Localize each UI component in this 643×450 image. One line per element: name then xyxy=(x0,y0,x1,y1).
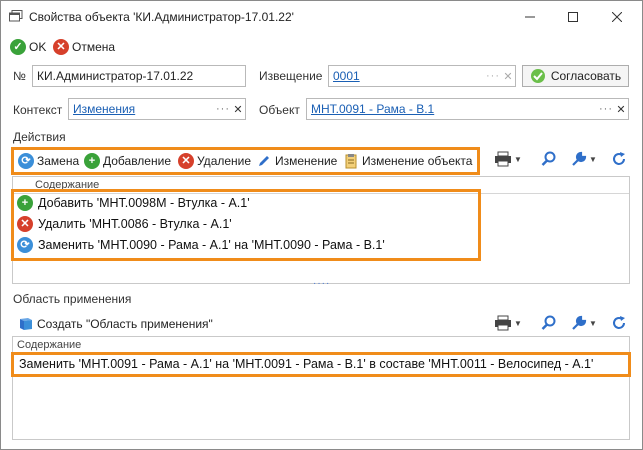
splitter-handle[interactable]: ···· xyxy=(313,278,330,289)
notice-browse-icon[interactable]: ··· xyxy=(485,70,501,82)
ok-label: OK xyxy=(29,40,47,54)
change-object-button[interactable]: Изменение объекта xyxy=(343,150,472,172)
list-item[interactable]: + Добавить 'МНТ.0098М - Втулка - А.1' xyxy=(17,193,250,213)
wrench-icon xyxy=(572,151,587,166)
number-label: № xyxy=(13,69,26,83)
window-title: Свойства объекта 'КИ.Администратор-17.01… xyxy=(29,10,294,24)
print-button[interactable]: ▼ xyxy=(494,151,522,167)
scope-column-header[interactable]: Содержание xyxy=(17,339,81,351)
object-label: Объект xyxy=(259,103,300,117)
context-field[interactable]: Изменения ··· ✕ xyxy=(68,98,246,120)
maximize-icon xyxy=(568,12,578,22)
delete-icon: ✕ xyxy=(178,153,194,169)
object-field[interactable]: МНТ.0091 - Рама - В.1 ··· ✕ xyxy=(306,98,629,120)
chevron-down-icon: ▼ xyxy=(514,318,522,328)
cancel-icon: ✕ xyxy=(53,39,69,55)
context-link[interactable]: Изменения xyxy=(69,102,215,116)
refresh-icon xyxy=(613,152,625,165)
book-icon xyxy=(18,316,34,332)
scope-search-button[interactable] xyxy=(541,315,557,331)
cancel-button[interactable]: ✕ Отмена xyxy=(53,36,115,58)
ok-button[interactable]: ✓ OK xyxy=(10,36,46,58)
replace-icon: ⟳ xyxy=(17,237,33,253)
object-link[interactable]: МНТ.0091 - Рама - В.1 xyxy=(307,102,598,116)
replace-label: Замена xyxy=(37,154,80,168)
context-clear-icon[interactable]: ✕ xyxy=(231,103,245,116)
notice-label: Извещение xyxy=(259,69,323,83)
search-button[interactable] xyxy=(541,151,557,167)
object-clear-icon[interactable]: ✕ xyxy=(614,103,628,116)
notice-field[interactable]: 0001 ··· ✕ xyxy=(328,65,516,87)
object-browse-icon[interactable]: ··· xyxy=(598,103,614,115)
scope-print-button[interactable]: ▼ xyxy=(494,315,522,331)
delete-icon: ✕ xyxy=(17,216,33,232)
scope-refresh-button[interactable] xyxy=(611,315,627,331)
row-text: Заменить 'МНТ.0090 - Рама - А.1' на 'МНТ… xyxy=(38,238,385,252)
create-scope-button[interactable]: Создать "Область применения" xyxy=(18,313,213,335)
close-icon xyxy=(612,12,622,22)
check-icon: ✓ xyxy=(10,39,26,55)
notice-clear-icon[interactable]: ✕ xyxy=(501,70,515,83)
approve-icon xyxy=(530,68,546,84)
row-text: Заменить 'МНТ.0091 - Рама - А.1' на 'МНТ… xyxy=(19,357,594,371)
list-item[interactable]: ✕ Удалить 'МНТ.0086 - Втулка - А.1' xyxy=(17,214,232,234)
replace-icon: ⟳ xyxy=(18,153,34,169)
notice-link[interactable]: 0001 xyxy=(329,69,485,83)
cancel-label: Отмена xyxy=(72,40,116,54)
approve-button[interactable]: Согласовать xyxy=(522,65,629,87)
chevron-down-icon: ▼ xyxy=(589,318,597,328)
settings-button[interactable]: ▼ xyxy=(571,151,597,167)
scope-settings-button[interactable]: ▼ xyxy=(571,315,597,331)
add-icon: + xyxy=(84,153,100,169)
title-bar: Свойства объекта 'КИ.Администратор-17.01… xyxy=(1,1,642,33)
close-button[interactable] xyxy=(597,1,637,33)
clipboard-icon xyxy=(343,153,359,169)
window-copy-icon xyxy=(9,10,23,22)
actions-section-title: Действия xyxy=(13,130,66,144)
pencil-icon xyxy=(256,153,272,169)
add-button[interactable]: + Добавление xyxy=(84,150,171,172)
change-object-label: Изменение объекта xyxy=(362,154,473,168)
search-icon xyxy=(541,151,556,166)
add-label: Добавление xyxy=(103,154,171,168)
context-label: Контекст xyxy=(13,103,63,117)
replace-button[interactable]: ⟳ Замена xyxy=(18,150,79,172)
refresh-button[interactable] xyxy=(611,151,627,167)
row-text: Удалить 'МНТ.0086 - Втулка - А.1' xyxy=(38,217,232,231)
change-label: Изменение xyxy=(275,154,338,168)
chevron-down-icon: ▼ xyxy=(589,154,597,164)
delete-button[interactable]: ✕ Удаление xyxy=(178,150,251,172)
printer-icon xyxy=(495,315,511,331)
maximize-button[interactable] xyxy=(553,1,593,33)
scope-section-title: Область применения xyxy=(13,292,132,306)
change-button[interactable]: Изменение xyxy=(256,150,337,172)
chevron-down-icon: ▼ xyxy=(514,154,522,164)
table-row[interactable]: Заменить 'МНТ.0091 - Рама - А.1' на 'МНТ… xyxy=(19,354,593,374)
refresh-icon xyxy=(613,316,625,329)
add-icon: + xyxy=(17,195,33,211)
number-value: КИ.Администратор-17.01.22 xyxy=(37,69,194,83)
minimize-button[interactable] xyxy=(510,1,550,33)
number-field[interactable]: КИ.Администратор-17.01.22 xyxy=(32,65,246,87)
approve-label: Согласовать xyxy=(550,69,622,83)
printer-icon xyxy=(495,151,511,167)
properties-dialog: Свойства объекта 'КИ.Администратор-17.01… xyxy=(0,0,643,450)
search-icon xyxy=(541,315,556,330)
delete-label: Удаление xyxy=(197,154,252,168)
create-scope-label: Создать "Область применения" xyxy=(37,317,213,331)
list-item[interactable]: ⟳ Заменить 'МНТ.0090 - Рама - А.1' на 'М… xyxy=(17,235,385,255)
row-text: Добавить 'МНТ.0098М - Втулка - А.1' xyxy=(38,196,250,210)
wrench-icon xyxy=(572,315,587,330)
context-browse-icon[interactable]: ··· xyxy=(215,103,231,115)
minimize-icon xyxy=(525,16,535,18)
